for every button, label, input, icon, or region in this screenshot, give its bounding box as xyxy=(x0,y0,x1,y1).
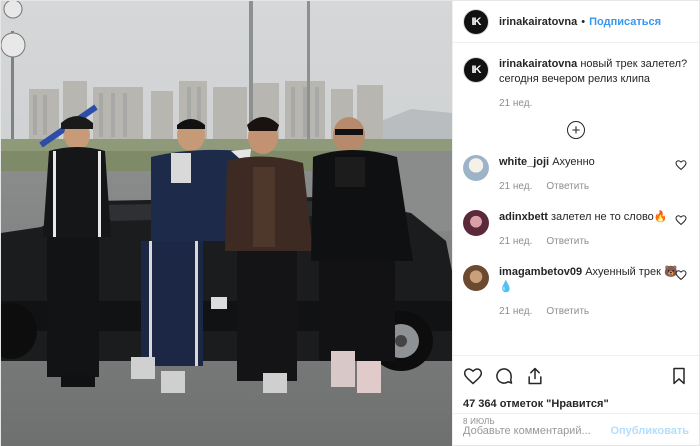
post-sidebar: IK irinakairatovna • Подписаться IK irin… xyxy=(452,1,699,446)
heart-icon[interactable] xyxy=(675,159,687,171)
publish-button[interactable]: Опубликовать xyxy=(610,425,689,437)
caption-username[interactable]: irinakairatovna xyxy=(499,58,577,70)
separator-dot: • xyxy=(581,15,586,28)
post-header: IK irinakairatovna • Подписаться xyxy=(453,1,699,43)
author-username[interactable]: irinakairatovna xyxy=(499,16,577,28)
bookmark-icon[interactable] xyxy=(669,366,689,386)
follow-button[interactable]: Подписаться xyxy=(589,16,661,28)
comment-body: white_joji Ахуенно 21 нед. Ответить xyxy=(499,155,689,194)
comment-item: imagambetov09 Ахуенный трек 🐻💧 21 нед. О… xyxy=(463,265,689,319)
heart-icon[interactable] xyxy=(463,366,483,386)
load-more: + xyxy=(463,121,689,139)
comment-body: adinxbett залетел не то слово🔥 21 нед. О… xyxy=(499,210,689,249)
comment-item: white_joji Ахуенно 21 нед. Ответить xyxy=(463,155,689,194)
caption-body: irinakairatovna новый трек залетел? сего… xyxy=(499,57,689,111)
likes-count[interactable]: 47 364 отметок "Нравится" xyxy=(463,398,689,410)
comment-username[interactable]: white_joji xyxy=(499,156,549,168)
caption-time[interactable]: 21 нед. xyxy=(499,96,532,111)
caption-avatar[interactable]: IK xyxy=(463,57,489,83)
commenter-avatar[interactable] xyxy=(463,265,489,291)
post-photo-illustration xyxy=(1,1,452,446)
comment-meta: 21 нед. Ответить xyxy=(499,304,689,319)
plus-circle-icon[interactable]: + xyxy=(567,121,585,139)
share-icon[interactable] xyxy=(525,366,545,386)
comment-time[interactable]: 21 нед. xyxy=(499,179,532,194)
add-comment-bar: Опубликовать xyxy=(453,413,699,446)
caption: IK irinakairatovna новый трек залетел? с… xyxy=(463,57,689,111)
comment-time[interactable]: 21 нед. xyxy=(499,304,532,319)
commenter-avatar[interactable] xyxy=(463,210,489,236)
caption-meta: 21 нед. xyxy=(499,96,689,111)
heart-icon[interactable] xyxy=(675,269,687,281)
comment-input[interactable] xyxy=(463,424,611,437)
action-icons xyxy=(463,364,689,388)
comment-body: imagambetov09 Ахуенный трек 🐻💧 21 нед. О… xyxy=(499,265,689,319)
comments-list: IK irinakairatovna новый трек залетел? с… xyxy=(453,43,699,355)
reply-button[interactable]: Ответить xyxy=(546,179,589,194)
instagram-post-modal: IK irinakairatovna • Подписаться IK irin… xyxy=(0,0,700,446)
heart-icon[interactable] xyxy=(675,214,687,226)
comment-icon[interactable] xyxy=(494,366,514,386)
comment-text: Ахуенно xyxy=(552,156,595,168)
post-photo[interactable] xyxy=(1,1,452,446)
reply-button[interactable]: Ответить xyxy=(546,304,589,319)
comment-text: залетел не то слово🔥 xyxy=(550,211,668,223)
reply-button[interactable]: Ответить xyxy=(546,234,589,249)
comment-meta: 21 нед. Ответить xyxy=(499,179,689,194)
author-avatar[interactable]: IK xyxy=(463,8,489,35)
comment-time[interactable]: 21 нед. xyxy=(499,234,532,249)
comment-username[interactable]: adinxbett xyxy=(499,211,548,223)
comment-meta: 21 нед. Ответить xyxy=(499,234,689,249)
comment-item: adinxbett залетел не то слово🔥 21 нед. О… xyxy=(463,210,689,249)
commenter-avatar[interactable] xyxy=(463,155,489,181)
comment-username[interactable]: imagambetov09 xyxy=(499,266,582,278)
